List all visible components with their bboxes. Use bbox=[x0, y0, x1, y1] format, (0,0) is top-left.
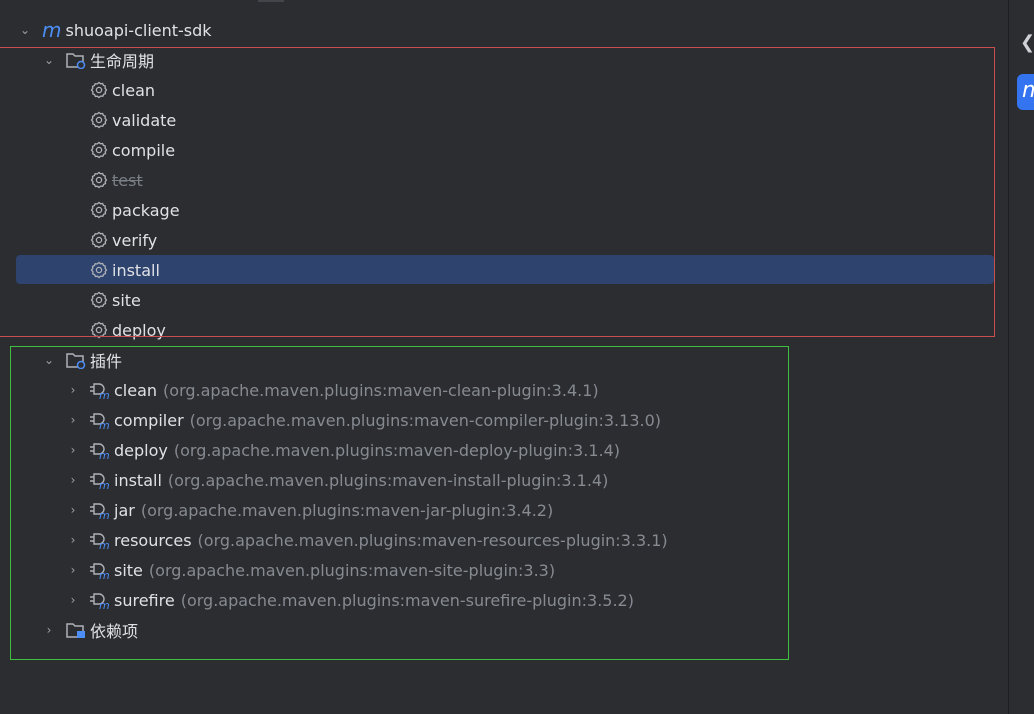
maven-tree: ⌄ m shuoapi-client-sdk ⌄ 生命周期 clean valid… bbox=[0, 0, 1008, 714]
red-annotation-box bbox=[0, 47, 995, 337]
green-annotation-box bbox=[10, 346, 789, 660]
chevron-down-icon[interactable]: ⌄ bbox=[18, 23, 32, 37]
maven-tool-window-button[interactable]: m bbox=[1017, 74, 1034, 110]
project-name: shuoapi-client-sdk bbox=[65, 20, 212, 40]
maven-m-icon: m bbox=[42, 18, 62, 42]
project-node[interactable]: ⌄ m shuoapi-client-sdk bbox=[18, 15, 212, 45]
chevron-left-icon[interactable]: ❮ bbox=[1020, 32, 1034, 53]
